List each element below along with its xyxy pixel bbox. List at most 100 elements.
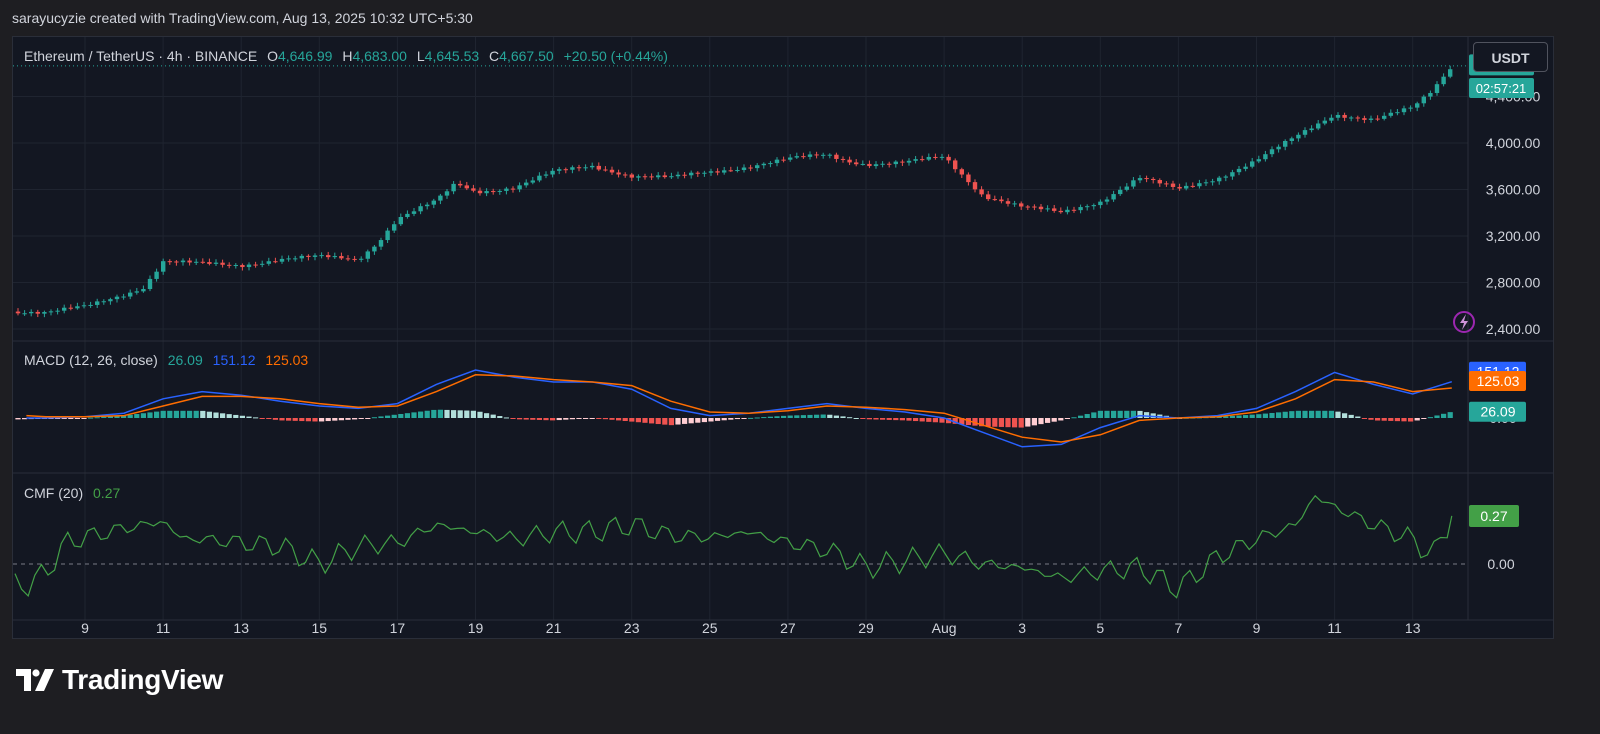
macd-histogram-bar [992,418,998,427]
candle-body [134,291,139,293]
candle-body [332,256,337,258]
candle-body [1052,208,1057,211]
candle-body [939,156,945,158]
macd-histogram-bar [721,418,727,421]
macd-histogram-bar [127,414,133,418]
candle-body [1078,207,1083,211]
time-axis-label: 3 [1018,620,1026,636]
macd-histogram-bar [457,410,463,418]
candle-body [35,311,40,314]
macd-histogram-bar [1408,418,1414,422]
candle-body [114,296,120,300]
candle-body [1349,117,1354,119]
candle-body [1283,140,1288,147]
candle-body [240,264,245,268]
candle-body [246,264,252,268]
candle-body [1012,203,1017,205]
time-axis-label: 13 [233,620,249,636]
macd-histogram-bar [484,413,490,418]
macd-histogram-bar [444,409,450,418]
macd-histogram-bar [1031,418,1037,426]
candle-body [392,224,397,231]
time-axis-label: 23 [624,620,640,636]
macd-histogram-bar [985,418,991,427]
candle-body [953,160,958,170]
macd-histogram-bar [371,417,377,419]
candle-body [1395,112,1400,114]
macd-histogram-bar [1441,413,1447,418]
candle-body [860,163,865,165]
chart-svg[interactable]: 2,400.00 2,800.00 3,200.00 3,600.00 4,000.00… [13,37,1553,638]
macd-histogram-bar [319,418,325,422]
macd-histogram-bar [477,411,483,418]
candle-body [748,167,753,169]
macd-histogram-bar [378,416,384,418]
macd-histogram-bar [94,417,100,419]
candle-body [642,176,648,178]
candle-body [986,194,991,200]
close-value: 4,667.50 [499,48,554,64]
change-value: +20.50 (+0.44%) [563,48,668,64]
macd-line [26,369,1453,448]
macd-histogram-bar [187,410,193,418]
histogram-value-tag-label: 26.09 [1480,404,1515,420]
candle-body [1038,206,1044,210]
macd-histogram-bar [616,418,622,421]
macd-histogram-bar [682,418,688,424]
symbol-legend: Ethereum / TetherUS · 4h · BINANCE O4,64… [24,48,674,64]
chart-frame[interactable]: 2,400.00 2,800.00 3,200.00 3,600.00 4,000.00… [12,36,1554,639]
macd-histogram-bar [345,418,351,420]
macd-histogram-bar [411,412,417,418]
candle-body [1164,183,1169,185]
candle-body [471,188,476,191]
candle-body [768,163,773,165]
candle-body [1276,146,1281,150]
time-axis-label: 9 [1253,620,1261,636]
macd-histogram-bar [748,417,754,419]
candle-body [345,258,351,260]
symbol-title: Ethereum / TetherUS · 4h · BINANCE [24,48,258,64]
tradingview-logo: TradingView [16,664,223,696]
candle-body [550,170,555,175]
macd-histogram-bar [279,418,285,421]
candle-body [1118,189,1123,195]
macd-histogram-bar [873,418,879,420]
macd-histogram-bar [352,418,358,420]
macd-histogram-bar [1038,418,1044,425]
macd-histogram-bar [292,418,298,421]
macd-histogram-bar [1078,415,1084,418]
candle-body [702,172,707,174]
macd-histogram-bar [1434,415,1440,418]
candle-body [1210,181,1215,183]
candle-body [656,175,661,178]
candle-body [378,240,384,247]
candle-body [675,174,681,177]
candle-body [504,188,509,191]
macd-histogram-bar [767,416,773,418]
candle-body [1421,96,1426,104]
time-axis-label: 11 [156,620,171,636]
candle-body [187,260,192,263]
currency-button[interactable]: USDT [1473,42,1548,72]
macd-histogram-bar [134,414,140,418]
macd-histogram-bar [715,418,721,421]
candle-body [293,258,298,260]
macd-histogram-bar [1295,410,1301,418]
candle-body [1005,201,1011,204]
candle-body [1382,115,1387,119]
candle-body [1144,178,1149,180]
candle-body [774,159,780,164]
candle-body [1322,120,1327,124]
macd-histogram-bar [1256,414,1262,418]
candle-body [213,262,219,264]
candle-body [1289,138,1294,141]
candle-body [1091,205,1096,207]
macd-histogram-bar [1269,412,1275,418]
candle-body [1362,118,1367,120]
candle-body [662,175,667,178]
macd-histogram-bar [536,418,542,420]
candle-body [431,200,436,205]
candle-body [1388,112,1393,116]
candle-body [95,301,100,305]
candle-body [847,159,852,163]
